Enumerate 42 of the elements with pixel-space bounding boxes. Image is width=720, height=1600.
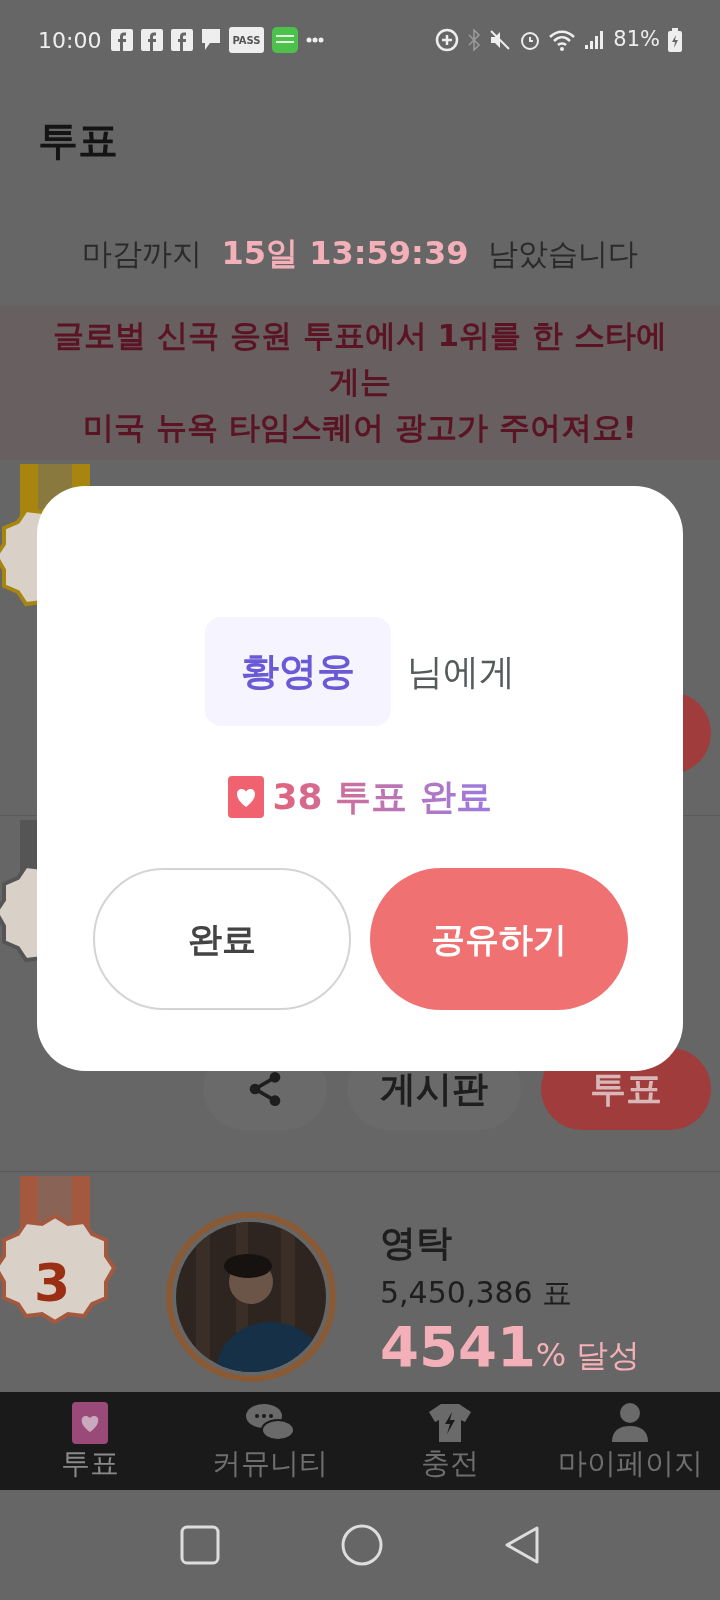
pass-badge: PASS	[229, 27, 264, 53]
person-icon	[610, 1402, 650, 1444]
done-button[interactable]: 완료	[92, 868, 351, 1010]
banner-text: 게는	[329, 362, 391, 401]
share-button[interactable]: 공유하기	[369, 868, 628, 1010]
rank-number: 3	[34, 1252, 71, 1315]
data-saver-icon	[435, 28, 460, 52]
wifi-icon	[549, 29, 576, 51]
nav-tab[interactable]: 커뮤니티	[180, 1392, 360, 1490]
countdown-suffix: 남았습니다	[488, 234, 639, 273]
tshirt-bolt-icon	[427, 1402, 473, 1444]
countdown-label: 마감까지	[81, 234, 202, 273]
achievement-percent: 4541	[380, 1315, 536, 1379]
vote-count: 5,450,386 표	[380, 1274, 574, 1312]
recipient-name: 황영웅	[205, 617, 391, 726]
facebook-icon	[141, 29, 164, 51]
battery-percent: 81%	[613, 26, 660, 54]
home-icon[interactable]	[341, 1524, 383, 1566]
app-icon	[271, 27, 298, 53]
more-icon	[305, 37, 324, 43]
alarm-icon	[519, 29, 542, 51]
battery-icon	[668, 28, 682, 52]
page-title: 투표	[38, 116, 118, 165]
banner-text: 글로벌 신곡 응원 투표에서 1위를 한 스타에	[53, 316, 667, 355]
achievement-label: % 달성	[535, 1335, 641, 1376]
star-name: 영탁	[380, 1221, 453, 1265]
chat-icon	[201, 28, 222, 52]
nav-tab[interactable]: 마이페이지	[540, 1392, 720, 1490]
banner-text: 미국 뉴욕 타임스퀘어 광고가 주어져요!	[83, 408, 637, 447]
recent-apps-icon[interactable]	[180, 1525, 221, 1565]
mute-icon	[489, 29, 512, 51]
facebook-icon	[111, 29, 134, 51]
nav-tab[interactable]: 투표	[0, 1392, 180, 1490]
clock: 10:00	[38, 26, 102, 55]
heart-card-icon	[72, 1402, 108, 1444]
signal-icon	[583, 29, 606, 51]
facebook-icon	[171, 29, 194, 51]
back-icon[interactable]	[503, 1525, 540, 1565]
bluetooth-icon	[467, 29, 482, 51]
countdown-time: 15일 13:59:39	[221, 233, 469, 274]
nav-tab[interactable]: 충전	[360, 1392, 540, 1490]
recipient-suffix: 님에게	[407, 649, 515, 694]
